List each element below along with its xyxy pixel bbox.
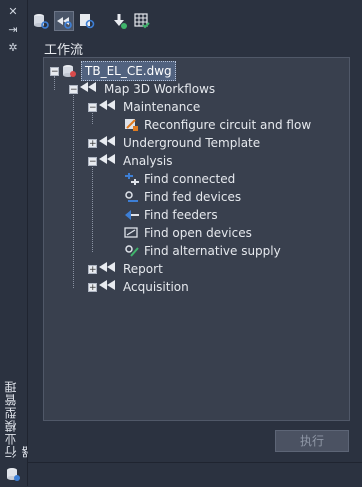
pin-icon[interactable]: ⇥ [6, 24, 20, 36]
tree-leaf-find-open[interactable]: Find open devices [124, 224, 252, 242]
palette-title: 行业模型管理器 [4, 380, 35, 458]
tree-leaf-find-alt[interactable]: Find alternative supply [124, 242, 281, 260]
tree-leaf-label: Find feeders [144, 208, 218, 222]
collapse-icon[interactable]: − [88, 102, 97, 112]
tree-node-root[interactable]: − TB_EL_CE.dwg [50, 61, 176, 81]
main-panel: 工作流 − TB_EL_CE.dwg − Map 3D Workflows − … [28, 0, 362, 487]
tree-leaf-find-feeders[interactable]: Find feeders [124, 206, 218, 224]
bottom-bar [28, 462, 362, 487]
tree-node-maintenance[interactable]: − Maintenance [88, 98, 200, 116]
collapse-icon[interactable]: − [69, 84, 78, 94]
tree-node-label: TB_EL_CE.dwg [81, 61, 176, 81]
tree-leaf-label: Find open devices [144, 226, 252, 240]
workflow-tree-panel: − TB_EL_CE.dwg − Map 3D Workflows − Main… [43, 57, 350, 421]
tree-node-acquisition[interactable]: + Acquisition [88, 278, 189, 296]
expand-icon[interactable]: + [88, 282, 97, 292]
workflow-arrow-icon [99, 260, 119, 278]
collapse-icon[interactable]: − [88, 156, 97, 166]
tree-node-label: Underground Template [123, 136, 261, 150]
tree-leaf-label: Find fed devices [144, 190, 242, 204]
find-connected-icon [124, 172, 140, 186]
expand-icon[interactable]: + [88, 138, 97, 148]
workflow-arrow-icon [99, 134, 119, 152]
tree-guide [92, 164, 93, 252]
tree-node-label: Map 3D Workflows [104, 82, 216, 96]
settings-icon[interactable]: ✲ [6, 42, 20, 54]
run-button[interactable]: 执行 [275, 430, 349, 452]
workflow-refresh-icon[interactable] [77, 11, 97, 31]
section-label: 工作流 [44, 43, 84, 58]
toolbar [31, 10, 351, 34]
database-search-icon[interactable] [31, 11, 51, 31]
tree-node-label: Report [123, 262, 163, 276]
tree-leaf-reconfigure[interactable]: Reconfigure circuit and flow [124, 116, 311, 134]
tree-node-workflows[interactable]: − Map 3D Workflows [69, 80, 215, 98]
collapse-icon[interactable]: − [50, 66, 59, 76]
database-file-icon [61, 64, 77, 78]
tree-node-label: Acquisition [123, 280, 189, 294]
tree-leaf-label: Reconfigure circuit and flow [144, 118, 312, 132]
tree-node-label: Maintenance [123, 100, 201, 114]
tree-leaf-label: Find connected [144, 172, 236, 186]
tree-node-analysis[interactable]: − Analysis [88, 152, 172, 170]
reconfigure-icon [124, 118, 140, 132]
tree-leaf-find-connected[interactable]: Find connected [124, 170, 235, 188]
arrow-down-import-icon[interactable] [109, 11, 129, 31]
tree-node-underground[interactable]: + Underground Template [88, 134, 260, 152]
tree-guide [73, 92, 74, 288]
find-feeders-icon [124, 208, 140, 222]
tree-node-report[interactable]: + Report [88, 260, 163, 278]
workflow-arrow-icon [99, 278, 119, 296]
tree-node-label: Analysis [123, 154, 173, 168]
database-icon[interactable] [5, 466, 21, 482]
workflow-arrow-icon [99, 152, 119, 170]
palette-sidebar: ✕ ⇥ ✲ 行业模型管理器 [0, 0, 35, 486]
tree-leaf-label: Find alternative supply [144, 244, 281, 258]
find-alternative-supply-icon [124, 244, 140, 258]
workflow-arrow-icon [99, 98, 119, 116]
workflow-arrow-icon [80, 80, 100, 98]
grid-check-icon[interactable] [132, 11, 152, 31]
find-fed-devices-icon [124, 190, 140, 204]
workflow-play-icon[interactable] [54, 11, 74, 31]
find-open-devices-icon [124, 226, 140, 240]
tree-leaf-find-fed[interactable]: Find fed devices [124, 188, 241, 206]
expand-icon[interactable]: + [88, 264, 97, 274]
close-icon[interactable]: ✕ [6, 6, 20, 18]
